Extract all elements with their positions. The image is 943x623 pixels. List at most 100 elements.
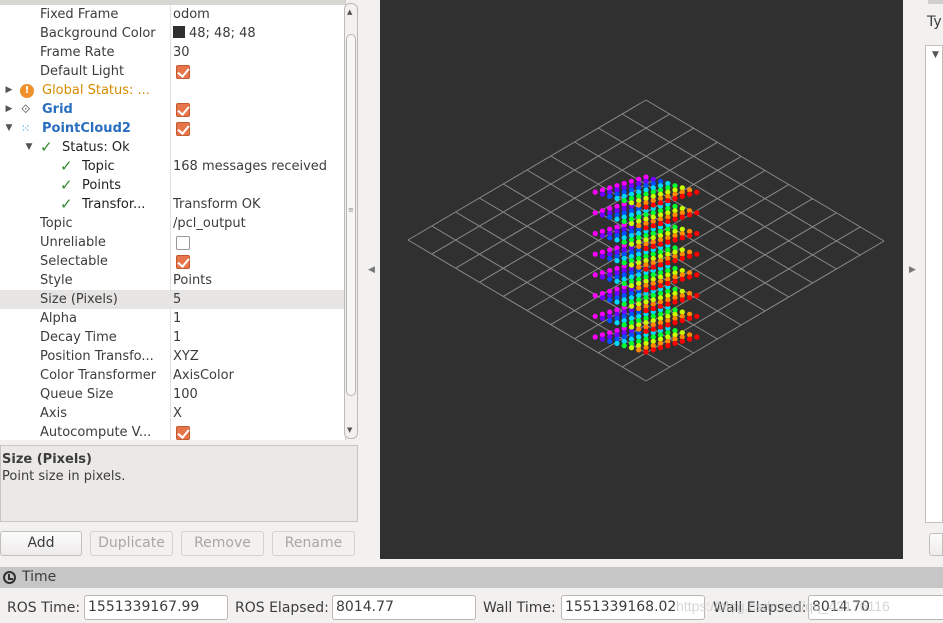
- selectable-checkbox[interactable]: [176, 255, 190, 269]
- property-default-light[interactable]: Default Light: [0, 62, 344, 81]
- status-ok[interactable]: ▼ ✓ Status: Ok: [0, 138, 344, 157]
- grid-enabled-checkbox[interactable]: [176, 103, 190, 117]
- ros-elapsed-field[interactable]: 8014.77: [332, 595, 476, 620]
- property-value[interactable]: 100: [173, 385, 198, 404]
- property-unreliable[interactable]: Unreliable: [0, 233, 344, 252]
- property-axis[interactable]: Axis X: [0, 404, 344, 423]
- remove-button[interactable]: Remove: [181, 531, 264, 556]
- cloud-point: [643, 225, 649, 231]
- property-value[interactable]: odom: [173, 5, 210, 24]
- cloud-point: [672, 320, 678, 326]
- status-transform[interactable]: ✓ Transfor... Transform OK: [0, 195, 344, 214]
- cloud-point: [687, 295, 693, 301]
- cloud-point: [628, 200, 635, 206]
- cloud-point: [628, 220, 635, 227]
- cloud-point: [672, 299, 678, 305]
- views-button[interactable]: [929, 533, 943, 556]
- collapse-right-icon[interactable]: ▶: [909, 265, 916, 275]
- property-size-pixels[interactable]: Size (Pixels) 5: [0, 290, 344, 309]
- property-frame-rate[interactable]: Frame Rate 30: [0, 43, 344, 62]
- expand-arrow-icon[interactable]: ▶: [4, 81, 14, 100]
- property-color-transformer[interactable]: Color Transformer AxisColor: [0, 366, 344, 385]
- cloud-point: [687, 274, 693, 280]
- property-value[interactable]: Points: [173, 271, 212, 290]
- property-label: Axis: [40, 406, 67, 421]
- views-list[interactable]: ▼: [925, 45, 943, 523]
- cloud-point: [607, 338, 613, 344]
- property-style[interactable]: Style Points: [0, 271, 344, 290]
- scroll-up-icon[interactable]: ▲: [347, 8, 352, 16]
- cloud-point: [592, 230, 598, 237]
- autocompute-checkbox[interactable]: [176, 426, 190, 440]
- cloud-point: [592, 293, 598, 299]
- cloud-point: [665, 198, 671, 204]
- collapse-left-icon[interactable]: ◀: [368, 265, 375, 275]
- display-pointcloud2[interactable]: ▼ ⁙ PointCloud2: [0, 119, 344, 138]
- property-value[interactable]: AxisColor: [173, 366, 234, 385]
- cloud-point: [614, 216, 620, 222]
- property-value[interactable]: 30: [173, 43, 190, 62]
- cloud-point: [636, 305, 642, 312]
- property-alpha[interactable]: Alpha 1: [0, 309, 344, 328]
- property-value[interactable]: /pcl_output: [173, 214, 246, 233]
- property-value[interactable]: 1: [173, 309, 181, 328]
- property-autocompute[interactable]: Autocompute V...: [0, 423, 344, 440]
- property-queue-size[interactable]: Queue Size 100: [0, 385, 344, 404]
- cloud-point: [679, 338, 685, 344]
- cloud-point: [607, 235, 613, 241]
- property-value[interactable]: 5: [173, 290, 181, 309]
- property-value[interactable]: X: [173, 404, 182, 423]
- cloud-point: [672, 195, 678, 202]
- cloud-point: [679, 214, 685, 220]
- cloud-point: [672, 237, 678, 243]
- cloud-point: [592, 313, 598, 319]
- clock-icon: [3, 571, 16, 584]
- cloud-point: [657, 220, 664, 227]
- property-label: Decay Time: [40, 330, 117, 345]
- duplicate-button[interactable]: Duplicate: [90, 531, 173, 556]
- collapse-arrow-icon[interactable]: ▼: [24, 138, 34, 157]
- collapse-arrow-icon[interactable]: ▼: [4, 119, 14, 138]
- cloud-point: [679, 297, 685, 303]
- status-points[interactable]: ✓ Points: [0, 176, 344, 195]
- rename-button[interactable]: Rename: [272, 531, 355, 556]
- unreliable-checkbox[interactable]: [176, 236, 190, 250]
- scrollbar-thumb[interactable]: [346, 34, 356, 396]
- time-panel-header: Time: [0, 567, 943, 588]
- display-global-status[interactable]: ▶ ! Global Status: ...: [0, 81, 344, 100]
- property-fixed-frame[interactable]: Fixed Frame odom: [0, 5, 344, 24]
- property-background-color[interactable]: Background Color 48; 48; 48: [0, 24, 344, 43]
- check-icon: ✓: [60, 176, 73, 194]
- scroll-down-icon[interactable]: ▼: [347, 426, 352, 434]
- ros-time-field[interactable]: 1551339167.99: [84, 595, 228, 620]
- cloud-point: [599, 233, 605, 239]
- 3d-viewport[interactable]: [380, 0, 903, 559]
- property-decay-time[interactable]: Decay Time 1: [0, 328, 344, 347]
- cloud-point: [636, 243, 642, 249]
- grid-icon: ⟐: [21, 102, 31, 116]
- cloud-point: [687, 336, 693, 342]
- cloud-point: [650, 223, 656, 229]
- property-topic[interactable]: Topic /pcl_output: [0, 214, 344, 233]
- display-label: Global Status: ...: [42, 83, 150, 98]
- displays-scrollbar[interactable]: ▲ ≡ ▼: [344, 3, 358, 439]
- default-light-checkbox[interactable]: [176, 65, 190, 79]
- pointcloud2-enabled-checkbox[interactable]: [176, 122, 190, 136]
- expand-arrow-icon[interactable]: ▶: [4, 100, 14, 119]
- property-value[interactable]: 48; 48; 48: [173, 24, 256, 43]
- property-selectable[interactable]: Selectable: [0, 252, 344, 271]
- cloud-point: [621, 301, 627, 307]
- status-topic[interactable]: ✓ Topic 168 messages received: [0, 157, 344, 176]
- property-value[interactable]: 1: [173, 328, 181, 347]
- dropdown-arrow-icon[interactable]: ▼: [932, 50, 939, 60]
- cloud-point: [599, 212, 605, 218]
- cloud-point: [687, 191, 693, 197]
- grip-icon: ≡: [348, 206, 354, 214]
- cloud-point: [679, 235, 685, 241]
- property-value[interactable]: XYZ: [173, 347, 199, 366]
- cloud-point: [614, 258, 620, 264]
- cloud-point: [694, 230, 700, 237]
- property-position-transformer[interactable]: Position Transfo... XYZ: [0, 347, 344, 366]
- display-grid[interactable]: ▶ ⟐ Grid: [0, 100, 344, 119]
- add-button[interactable]: Add: [0, 531, 82, 556]
